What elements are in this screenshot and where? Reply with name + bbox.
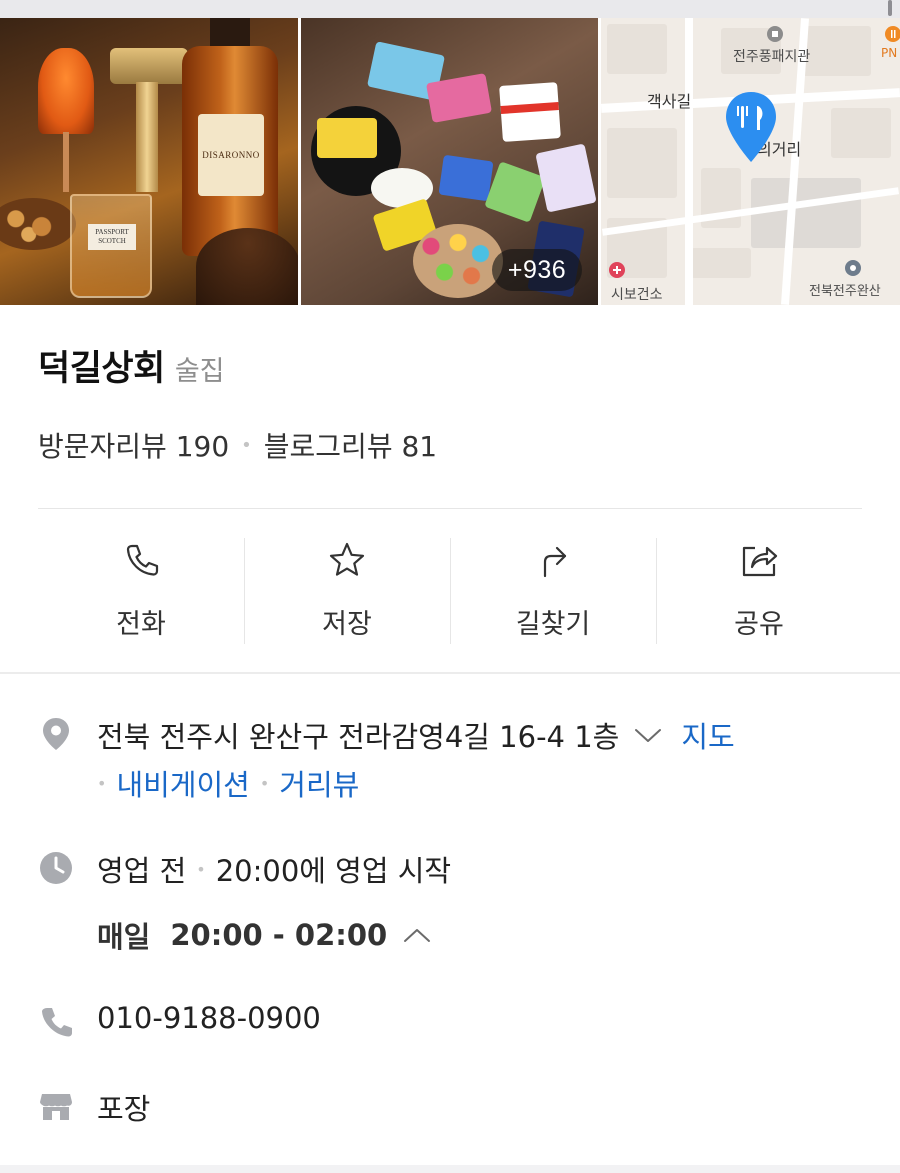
action-bar: 전화 저장 길찾기 공유 xyxy=(38,536,862,646)
place-category: 술집 xyxy=(174,356,225,387)
business-status-row: 영업 전 • 20:00에 영업 시작 xyxy=(97,848,451,890)
separator-dot: • xyxy=(241,434,252,456)
share-icon xyxy=(742,546,778,577)
map-label-health: 시보건소 xyxy=(611,287,663,303)
divider xyxy=(38,508,862,509)
business-status: 영업 전 xyxy=(97,854,187,888)
visitor-review-link[interactable]: 방문자리뷰 190 xyxy=(38,425,229,465)
map-block xyxy=(607,24,667,74)
police-poi-icon xyxy=(845,260,861,276)
street-view-link[interactable]: 거리뷰 xyxy=(279,762,359,804)
bottle-label-text: DISARONNO xyxy=(202,150,260,160)
section-divider xyxy=(0,672,900,674)
gallery-photo-snacks[interactable]: +936 xyxy=(301,18,598,305)
directions-icon xyxy=(543,546,567,578)
lamp-stem-shape xyxy=(136,82,158,192)
place-detail-page: DISARONNO PASSPORT SCOTCH +936 전주풍패지관 PN… xyxy=(0,0,900,1173)
save-button[interactable]: 저장 xyxy=(244,536,450,646)
candy-pack-shape xyxy=(484,161,546,223)
directions-button[interactable]: 길찾기 xyxy=(450,536,656,646)
place-name: 덕길상회 xyxy=(38,349,165,389)
map-road xyxy=(685,18,693,305)
chevron-up-icon[interactable] xyxy=(401,925,433,945)
bowl-shape xyxy=(196,228,298,305)
blog-review-link[interactable]: 블로그리뷰 81 xyxy=(264,425,437,465)
lamp-shape xyxy=(110,48,188,84)
map-label-police: 전북전주완산 xyxy=(809,284,881,299)
candy-pack-shape xyxy=(438,154,494,202)
business-status-detail: 20:00에 영업 시작 xyxy=(215,854,452,888)
map-block xyxy=(831,108,891,158)
business-hours-row[interactable]: 매일 20:00 - 02:00 xyxy=(97,914,433,956)
service-option: 포장 xyxy=(97,1092,151,1126)
map-label-landmark: 전주풍패지관 xyxy=(733,49,811,65)
glass-stem-shape xyxy=(63,132,69,192)
save-label: 저장 xyxy=(322,609,372,640)
clock-icon xyxy=(40,852,72,884)
snack-box-shape xyxy=(499,82,561,142)
landmark-poi-icon xyxy=(767,26,783,42)
map-block xyxy=(607,128,677,198)
hospital-poi-icon xyxy=(609,262,625,278)
location-pin-icon xyxy=(43,718,69,750)
candy-pack-shape xyxy=(535,143,597,213)
more-photos-badge[interactable]: +936 xyxy=(492,249,582,291)
address-row[interactable]: 전북 전주시 완산구 전라감영4길 16-4 1층 지도 xyxy=(97,714,735,756)
map-block xyxy=(691,248,751,278)
phone-number[interactable]: 010-9188-0900 xyxy=(97,1001,321,1035)
restaurant-pin-icon[interactable] xyxy=(723,90,779,164)
map-thumbnail[interactable]: 전주풍패지관 PN 객사길 의거리 시보건소 전북전주완산 xyxy=(601,18,900,305)
share-button[interactable]: 공유 xyxy=(656,536,862,646)
scroll-indicator xyxy=(888,0,892,16)
phone-small-icon xyxy=(42,1008,72,1037)
map-block xyxy=(801,26,871,76)
candy-pack-shape xyxy=(317,118,377,158)
lollipop-bowl-shape xyxy=(413,224,503,298)
separator-dot: • xyxy=(97,773,107,793)
map-label-poi: PN xyxy=(881,46,898,60)
chevron-down-icon[interactable] xyxy=(633,725,663,745)
address-text: 전북 전주시 완산구 전라감영4길 16-4 1층 xyxy=(97,720,620,754)
separator-dot: • xyxy=(196,859,206,879)
snack-bowl-shape xyxy=(0,198,76,250)
place-title-row: 덕길상회 술집 xyxy=(38,340,225,391)
call-label: 전화 xyxy=(116,609,166,640)
bottle-label: DISARONNO xyxy=(198,114,264,196)
glass-label-text: PASSPORT SCOTCH xyxy=(88,224,136,250)
hours-days: 매일 xyxy=(97,920,151,954)
store-icon xyxy=(40,1094,72,1120)
bottom-divider xyxy=(0,1165,900,1173)
navigation-link[interactable]: 내비게이션 xyxy=(116,762,249,804)
top-status-strip xyxy=(0,0,900,18)
map-label-street: 객사길 xyxy=(647,92,692,111)
hours-time: 20:00 - 02:00 xyxy=(170,918,388,952)
directions-label: 길찾기 xyxy=(515,609,591,640)
photo-gallery[interactable]: DISARONNO PASSPORT SCOTCH +936 전주풍패지관 PN… xyxy=(0,18,900,305)
address-links-row: • 내비게이션 • 거리뷰 xyxy=(97,762,359,804)
share-label: 공유 xyxy=(734,609,784,640)
call-button[interactable]: 전화 xyxy=(38,536,244,646)
map-link[interactable]: 지도 xyxy=(681,714,734,756)
map-block xyxy=(751,178,861,248)
review-counts: 방문자리뷰 190 • 블로그리뷰 81 xyxy=(38,425,437,465)
cocktail-glass-shape xyxy=(38,48,94,134)
gallery-photo-bar[interactable]: DISARONNO PASSPORT SCOTCH xyxy=(0,18,298,305)
separator-dot: • xyxy=(259,773,270,793)
star-icon xyxy=(329,542,365,576)
food-poi-icon xyxy=(885,26,900,42)
phone-icon xyxy=(126,544,159,576)
